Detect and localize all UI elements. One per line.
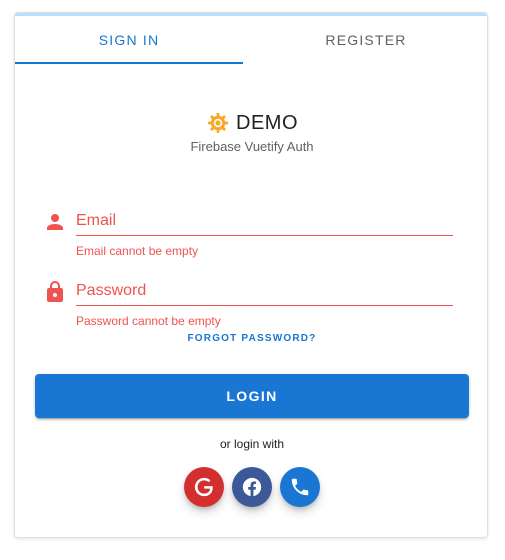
email-field[interactable]: [76, 207, 453, 236]
google-login-button[interactable]: [184, 467, 224, 507]
brand-subtitle: Firebase Vuetify Auth: [190, 139, 314, 154]
auth-tabs: SIGN IN REGISTER: [15, 16, 489, 64]
tab-sign-in[interactable]: SIGN IN: [15, 16, 243, 64]
password-error: Password cannot be empty: [76, 314, 221, 328]
google-icon: [193, 476, 215, 498]
lock-icon: [43, 280, 67, 304]
login-button[interactable]: LOGIN: [35, 374, 469, 418]
facebook-icon: [241, 476, 263, 498]
person-icon: [43, 210, 67, 234]
phone-login-button[interactable]: [280, 467, 320, 507]
phone-icon: [289, 476, 311, 498]
brand-header: DEMO: [15, 111, 489, 135]
auth-card: SIGN IN REGISTER DEMO Firebase Vuetify A…: [14, 12, 488, 538]
password-field[interactable]: [76, 277, 453, 306]
tab-register[interactable]: REGISTER: [243, 16, 489, 64]
email-error: Email cannot be empty: [76, 244, 199, 258]
facebook-login-button[interactable]: [232, 467, 272, 507]
social-login-buttons: [15, 467, 489, 507]
forgot-password-link[interactable]: FORGOT PASSWORD?: [15, 333, 489, 344]
sun-gear-icon: [206, 111, 230, 135]
alt-login-label: or login with: [219, 437, 285, 451]
brand-title: DEMO: [236, 111, 298, 134]
